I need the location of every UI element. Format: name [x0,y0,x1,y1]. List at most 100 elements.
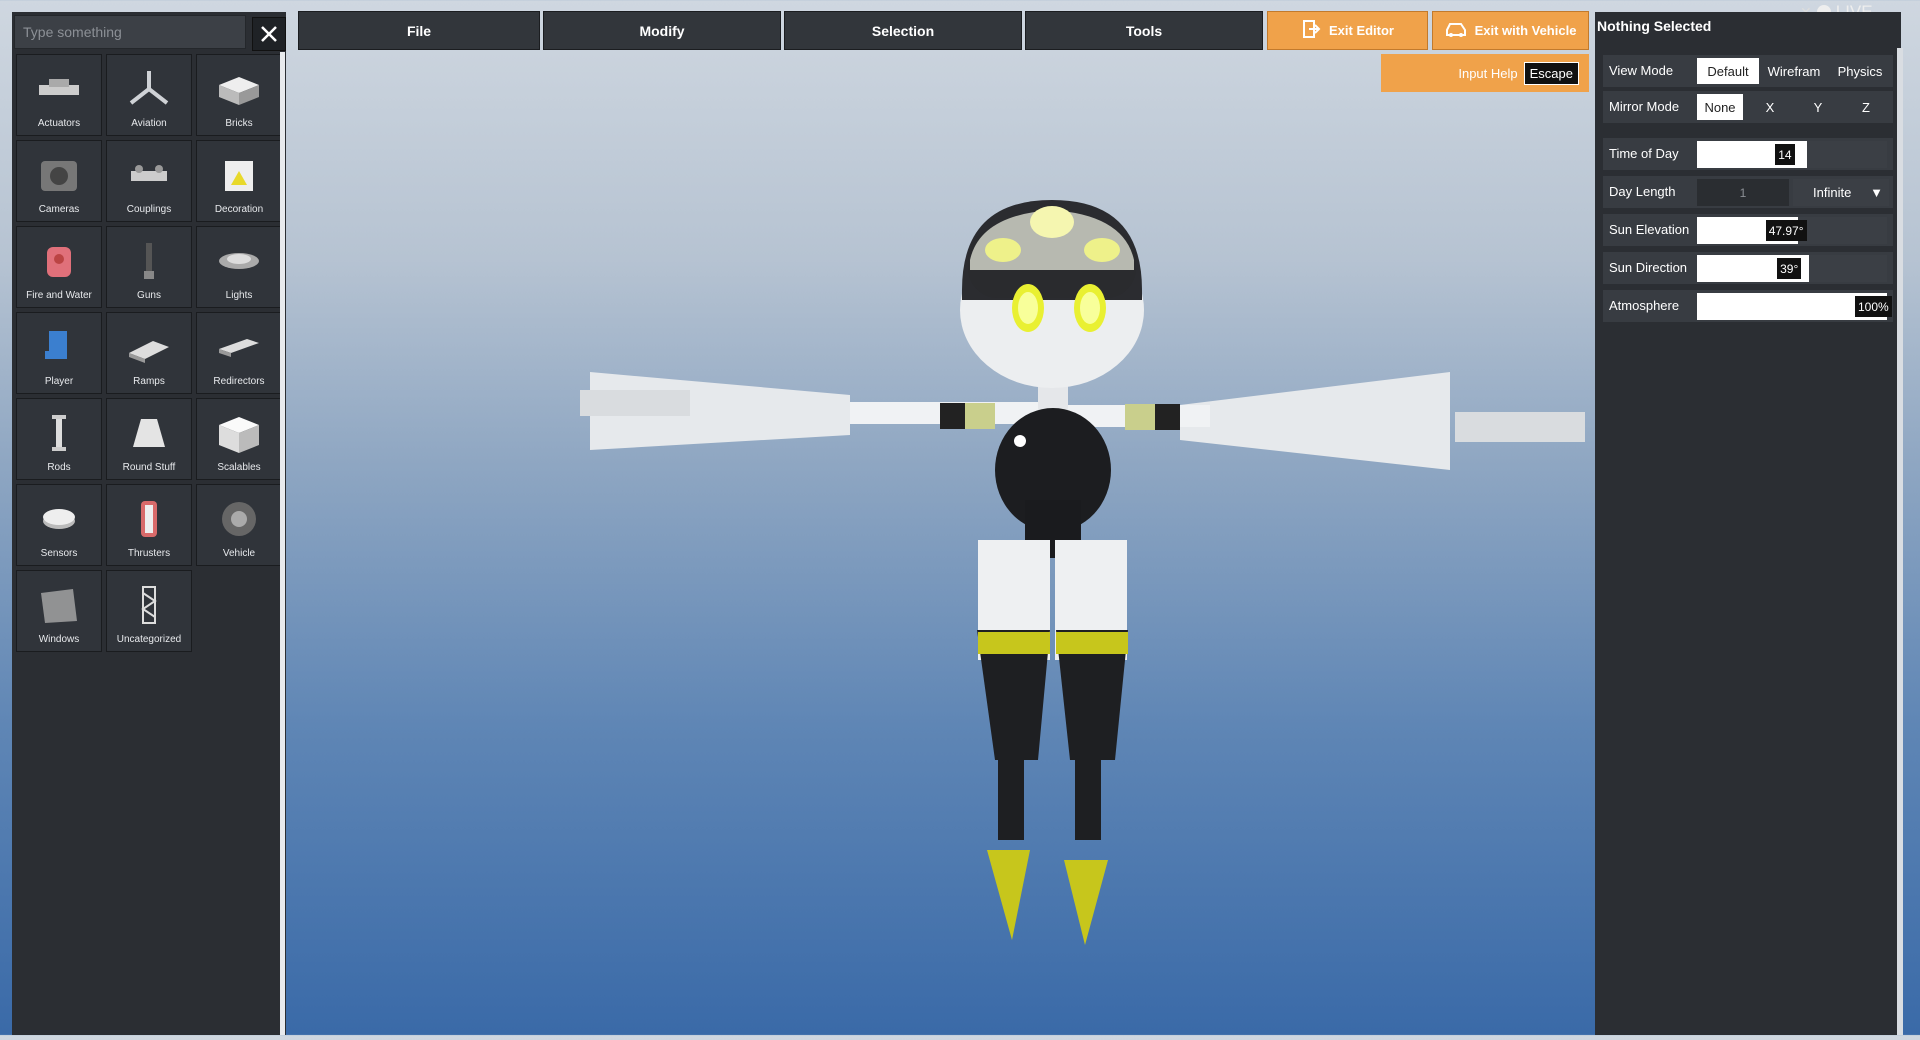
day-length-dropdown[interactable]: Infinite ▼ [1793,179,1889,206]
menu-selection[interactable]: Selection [784,11,1022,50]
left-arm [580,372,1050,450]
dropdown-arrow-icon: ▼ [1870,185,1883,200]
view-mode-default[interactable]: Default [1697,58,1759,84]
palette-item-windows[interactable]: Windows [16,570,102,652]
palette-item-label: Vehicle [222,548,256,559]
day-length-value[interactable]: 1 [1697,179,1789,206]
palette-item-rods[interactable]: Rods [16,398,102,480]
mirror-z[interactable]: Z [1843,94,1889,120]
mirror-mode-label: Mirror Mode [1609,99,1680,114]
fire-water-icon [33,241,85,281]
palette-item-vehicle[interactable]: Vehicle [196,484,282,566]
brick-icon [213,69,265,109]
time-of-day-row: Time of Day 14 [1603,138,1893,170]
atmosphere-label: Atmosphere [1609,298,1680,313]
palette-item-label: Uncategorized [116,634,182,645]
palette-item-actuators[interactable]: Actuators [16,54,102,136]
sun-elevation-row: Sun Elevation 47.97° [1603,214,1893,246]
sensor-icon [33,499,85,539]
palette-item-bricks[interactable]: Bricks [196,54,282,136]
menu-file[interactable]: File [298,11,540,50]
search-row [14,15,286,51]
palette-item-cameras[interactable]: Cameras [16,140,102,222]
gun-icon [123,241,175,281]
sun-elevation-slider[interactable]: 47.97° [1697,217,1887,244]
palette-item-label: Guns [137,290,161,301]
palette-item-redirectors[interactable]: Redirectors [196,312,282,394]
atmosphere-row: Atmosphere 100% [1603,290,1893,322]
3d-viewport[interactable] [290,0,1595,1035]
wheel-icon [213,499,265,539]
menu-tools[interactable]: Tools [1025,11,1263,50]
mirror-x[interactable]: X [1747,94,1793,120]
palette-item-label: Windows [38,634,80,645]
search-input[interactable] [14,15,246,49]
clear-search-button[interactable] [252,17,286,51]
day-length-unit: Infinite [1813,185,1852,200]
actuator-icon [33,69,85,109]
palette-item-scalables[interactable]: Scalables [196,398,282,480]
palette-item-sensors[interactable]: Sensors [16,484,102,566]
palette-item-label: Redirectors [213,376,265,387]
time-of-day-value[interactable]: 14 [1775,144,1795,165]
right-arm [1060,372,1585,470]
sun-direction-label: Sun Direction [1609,260,1688,275]
exit-with-vehicle-button[interactable]: Exit with Vehicle [1432,11,1589,50]
palette-item-label: Round Stuff [122,462,176,473]
exit-editor-button[interactable]: Exit Editor [1267,11,1428,50]
coupling-icon [123,155,175,195]
palette-item-label: Actuators [37,118,81,129]
mirror-y[interactable]: Y [1795,94,1841,120]
menu-modify[interactable]: Modify [543,11,781,50]
palette-item-player[interactable]: Player [16,312,102,394]
time-of-day-slider[interactable]: 14 [1697,141,1887,168]
palette-item-lights[interactable]: Lights [196,226,282,308]
mirror-mode-row: Mirror Mode None X Y Z [1603,91,1893,123]
palette-item-ramps[interactable]: Ramps [106,312,192,394]
palette-item-label: Fire and Water [26,290,92,301]
palette-item-fire-and-water[interactable]: Fire and Water [16,226,102,308]
properties-panel: Nothing Selected View Mode Default Wiref… [1595,12,1901,1035]
sun-direction-slider[interactable]: 39° [1697,255,1887,282]
palette-item-aviation[interactable]: Aviation [106,54,192,136]
view-mode-physics[interactable]: Physics [1829,58,1891,84]
mirror-none[interactable]: None [1697,94,1743,120]
input-help-bar: Input Help Escape [1381,54,1589,92]
sun-direction-value[interactable]: 39° [1777,258,1802,279]
window-icon [33,585,85,625]
redirector-icon [213,327,265,367]
decoration-icon [213,155,265,195]
view-mode-wireframe[interactable]: Wirefram [1763,58,1825,84]
sun-elevation-value[interactable]: 47.97° [1765,220,1807,241]
truss-icon [123,585,175,625]
palette-item-guns[interactable]: Guns [106,226,192,308]
sun-direction-row: Sun Direction 39° [1603,252,1893,284]
palette-scrollbar[interactable] [280,52,285,1035]
view-mode-label: View Mode [1609,63,1674,78]
palette-item-decoration[interactable]: Decoration [196,140,282,222]
seat-icon [33,327,85,367]
selection-title: Nothing Selected [1597,18,1712,34]
escape-key[interactable]: Escape [1523,61,1579,85]
car-icon [1445,20,1467,41]
palette-item-label: Cameras [38,204,80,215]
palette-item-label: Couplings [126,204,172,215]
atmosphere-value[interactable]: 100% [1855,296,1892,317]
parts-palette: Actuators Aviation Bricks Cameras Couplings D… [12,12,286,1035]
palette-item-couplings[interactable]: Couplings [106,140,192,222]
robot-model[interactable] [290,0,1595,1035]
rod-icon [33,413,85,453]
palette-item-label: Lights [225,290,253,301]
atmosphere-slider[interactable]: 100% [1697,293,1892,320]
palette-item-uncategorized[interactable]: Uncategorized [106,570,192,652]
palette-item-label: Rods [47,462,71,473]
palette-item-label: Ramps [133,376,165,387]
palette-item-label: Thrusters [127,548,171,559]
palette-item-label: Aviation [131,118,167,129]
palette-item-thrusters[interactable]: Thrusters [106,484,192,566]
palette-item-round-stuff[interactable]: Round Stuff [106,398,192,480]
light-icon [213,241,265,281]
cube-icon [213,413,265,453]
palette-item-label: Bricks [225,118,253,129]
properties-scrollbar[interactable] [1897,48,1903,1035]
